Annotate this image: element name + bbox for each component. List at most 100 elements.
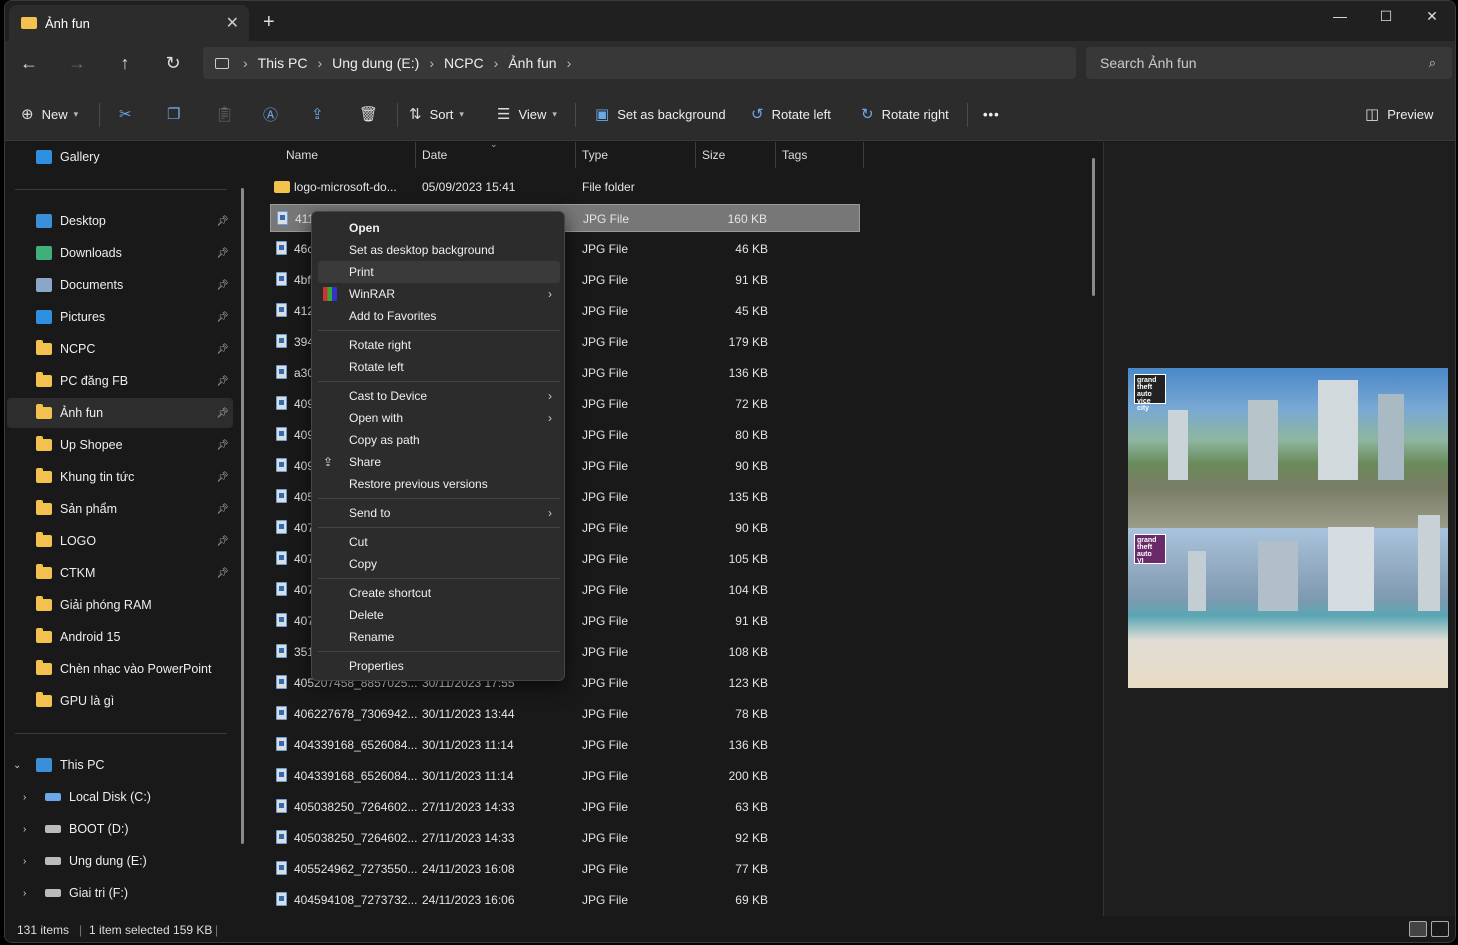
pin-icon[interactable]: 📌︎	[216, 440, 229, 451]
file-row[interactable]: 405038250_7264602... 27/11/2023 14:33 JPG …	[270, 793, 860, 821]
rotate-left-button[interactable]: ↺ Rotate left	[751, 101, 831, 127]
sidebar-item-11[interactable]: CTKM 📌︎	[7, 558, 233, 588]
sidebar-item-3[interactable]: Pictures 📌︎	[7, 302, 233, 332]
sidebar-item-gallery[interactable]: Gallery	[7, 142, 233, 172]
column-header-size[interactable]: Size	[694, 142, 776, 168]
menu-item-send-to[interactable]: Send to ›	[318, 502, 560, 524]
file-row[interactable]: 404339168_6526084... 30/11/2023 11:14 JPG …	[270, 731, 860, 759]
share-button[interactable]: ⇪	[311, 101, 332, 127]
menu-item-winrar[interactable]: WinRAR ›	[318, 283, 560, 305]
pin-icon[interactable]: 📌︎	[216, 536, 229, 547]
rotate-right-button[interactable]: ↻ Rotate right	[861, 101, 949, 127]
breadcrumb-anh-fun[interactable]: Ảnh fun	[508, 55, 556, 71]
menu-item-open[interactable]: Open	[318, 217, 560, 239]
menu-item-open-with[interactable]: Open with ›	[318, 407, 560, 429]
menu-item-cut[interactable]: Cut	[318, 531, 560, 553]
breadcrumb-this-pc[interactable]: This PC	[258, 55, 308, 71]
set-as-background-button[interactable]: ▣ Set as background	[595, 101, 726, 127]
chevron-right-icon[interactable]: ›	[23, 888, 26, 899]
chevron-right-icon[interactable]: ›	[23, 856, 26, 867]
sidebar-item-drive-0[interactable]: › Local Disk (C:)	[7, 782, 233, 812]
forward-button[interactable]: →	[63, 51, 91, 75]
address-bar[interactable]: › This PC › Ung dung (E:) › NCPC › Ảnh f…	[203, 47, 1076, 79]
sidebar-item-7[interactable]: Up Shopee 📌︎	[7, 430, 233, 460]
file-row[interactable]: 405038250_7264602... 27/11/2023 14:33 JPG …	[270, 824, 860, 852]
column-header-tags[interactable]: Tags	[774, 142, 864, 168]
sidebar-item-5[interactable]: PC đăng FB 📌︎	[7, 366, 233, 396]
up-button[interactable]: ↑	[111, 51, 139, 75]
delete-button[interactable]: 🗑︎	[359, 101, 386, 127]
chevron-down-icon[interactable]: ⌄	[13, 760, 21, 771]
sidebar-item-drive-1[interactable]: › BOOT (D:)	[7, 814, 233, 844]
menu-item-cast-to-device[interactable]: Cast to Device ›	[318, 385, 560, 407]
column-header-type[interactable]: Type	[574, 142, 696, 168]
sidebar-item-6[interactable]: Ảnh fun 📌︎	[7, 398, 233, 428]
new-button[interactable]: ⊕ New ▾	[21, 101, 78, 127]
paste-button[interactable]: 📋︎	[215, 101, 242, 127]
minimize-button[interactable]: —	[1317, 1, 1363, 31]
menu-item-print[interactable]: Print	[318, 261, 560, 283]
sidebar-item-12[interactable]: Giải phóng RAM	[7, 590, 233, 620]
chevron-right-icon[interactable]: ›	[23, 792, 26, 803]
sidebar-scrollbar[interactable]	[241, 188, 244, 844]
pin-icon[interactable]: 📌︎	[216, 376, 229, 387]
maximize-button[interactable]: ☐	[1363, 1, 1409, 31]
chevron-right-icon[interactable]: ›	[23, 824, 26, 835]
file-list-scrollbar[interactable]	[1092, 158, 1095, 296]
menu-item-restore-previous-versions[interactable]: Restore previous versions	[318, 473, 560, 495]
menu-item-create-shortcut[interactable]: Create shortcut	[318, 582, 560, 604]
file-row[interactable]: logo-microsoft-do... 05/09/2023 15:41 File…	[270, 173, 860, 201]
menu-item-set-as-desktop-background[interactable]: Set as desktop background	[318, 239, 560, 261]
view-button[interactable]: ☰ View ▾	[497, 101, 557, 127]
refresh-button[interactable]: ↻	[159, 51, 187, 75]
menu-item-rename[interactable]: Rename	[318, 626, 560, 648]
cut-button[interactable]: ✂	[119, 101, 140, 127]
menu-item-share[interactable]: ⇪ Share	[318, 451, 560, 473]
file-row[interactable]: 404339168_6526084... 30/11/2023 11:14 JPG …	[270, 762, 860, 790]
close-tab-icon[interactable]: ✕	[226, 13, 239, 33]
sidebar-item-8[interactable]: Khung tin tức 📌︎	[7, 462, 233, 492]
menu-item-copy-as-path[interactable]: Copy as path	[318, 429, 560, 451]
menu-item-rotate-right[interactable]: Rotate right	[318, 334, 560, 356]
pin-icon[interactable]: 📌︎	[216, 344, 229, 355]
sidebar-item-10[interactable]: LOGO 📌︎	[7, 526, 233, 556]
pin-icon[interactable]: 📌︎	[216, 504, 229, 515]
sidebar-item-0[interactable]: Desktop 📌︎	[7, 206, 233, 236]
rename-button[interactable]: Ⓐ	[263, 101, 286, 127]
sidebar-item-drive-2[interactable]: › Ung dung (E:)	[7, 846, 233, 876]
more-options-button[interactable]: •••	[983, 101, 1000, 127]
pin-icon[interactable]: 📌︎	[216, 280, 229, 291]
breadcrumb-ncpc[interactable]: NCPC	[444, 55, 484, 71]
close-window-button[interactable]: ✕	[1409, 1, 1455, 31]
back-button[interactable]: ←	[15, 51, 43, 75]
sidebar-item-1[interactable]: Downloads 📌︎	[7, 238, 233, 268]
pin-icon[interactable]: 📌︎	[216, 248, 229, 259]
menu-item-rotate-left[interactable]: Rotate left	[318, 356, 560, 378]
search-box[interactable]: Search Ảnh fun ⌕	[1086, 47, 1452, 79]
pin-icon[interactable]: 📌︎	[216, 312, 229, 323]
menu-item-delete[interactable]: Delete	[318, 604, 560, 626]
menu-item-add-to-favorites[interactable]: Add to Favorites	[318, 305, 560, 327]
sidebar-item-13[interactable]: Android 15	[7, 622, 233, 652]
sidebar-item-drive-3[interactable]: › Giai tri (F:)	[7, 878, 233, 908]
breadcrumb-drive-e[interactable]: Ung dung (E:)	[332, 55, 419, 71]
file-row[interactable]: 406227678_7306942... 30/11/2023 13:44 JPG …	[270, 700, 860, 728]
menu-item-properties[interactable]: Properties	[318, 655, 560, 677]
copy-button[interactable]: ❐	[167, 101, 188, 127]
pin-icon[interactable]: 📌︎	[216, 568, 229, 579]
menu-item-copy[interactable]: Copy	[318, 553, 560, 575]
sidebar-item-2[interactable]: Documents 📌︎	[7, 270, 233, 300]
sidebar-item-4[interactable]: NCPC 📌︎	[7, 334, 233, 364]
file-row[interactable]: 404594108_7273732... 24/11/2023 16:06 JPG …	[270, 886, 860, 914]
sidebar-item-9[interactable]: Sản phẩm 📌︎	[7, 494, 233, 524]
sidebar-item-14[interactable]: Chèn nhạc vào PowerPoint	[7, 654, 233, 684]
sidebar-item-15[interactable]: GPU là gì	[7, 686, 233, 716]
chevron-right-icon[interactable]: ›	[567, 55, 572, 71]
pin-icon[interactable]: 📌︎	[216, 216, 229, 227]
new-tab-button[interactable]: +	[263, 11, 275, 34]
sidebar-item-this-pc[interactable]: ⌄ This PC	[7, 750, 233, 780]
column-header-name[interactable]: Name	[278, 142, 416, 168]
file-row[interactable]: 405524962_7273550... 24/11/2023 16:08 JPG …	[270, 855, 860, 883]
pin-icon[interactable]: 📌︎	[216, 408, 229, 419]
sort-button[interactable]: ⇅ Sort ▾	[409, 101, 464, 127]
